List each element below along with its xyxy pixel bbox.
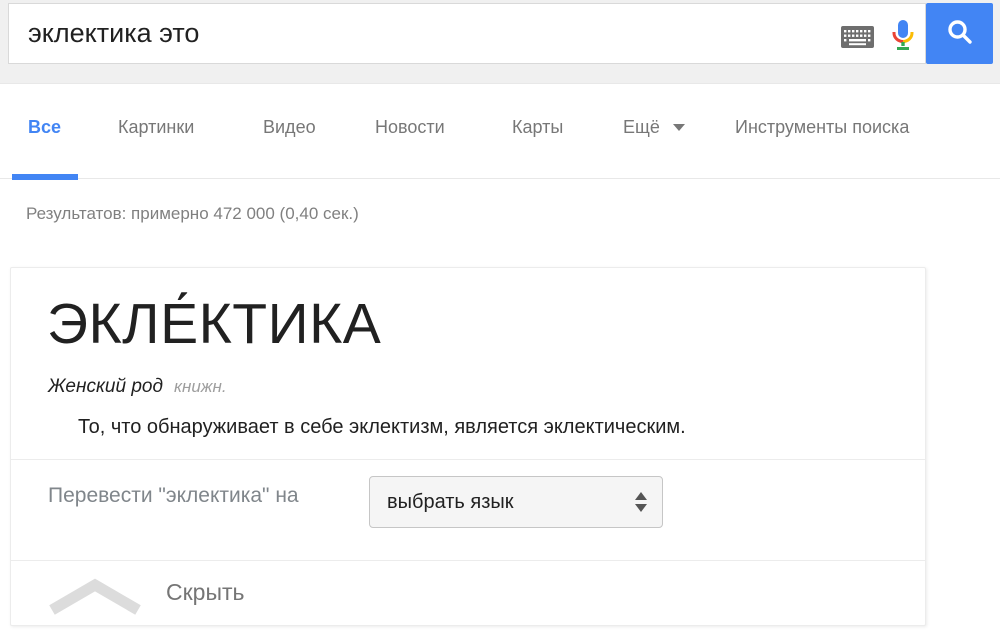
tab-more[interactable]: Ещё	[623, 117, 685, 138]
active-tab-underline	[12, 174, 78, 180]
word-grammar-line: Женский род книжн.	[48, 376, 227, 398]
dictionary-card: ЭКЛЕ́КТИКА Женский род книжн. То, что обн…	[10, 267, 926, 626]
search-box[interactable]	[8, 3, 926, 64]
select-spinner-icon	[635, 477, 647, 527]
language-select-value: выбрать язык	[387, 490, 514, 513]
result-tabs: Все Картинки Видео Новости Карты Ещё Инс…	[0, 85, 1000, 180]
search-button[interactable]	[926, 3, 993, 64]
word-register: книжн.	[173, 377, 227, 396]
language-select[interactable]: выбрать язык	[369, 476, 663, 528]
tab-images[interactable]: Картинки	[118, 117, 194, 138]
word-gender: Женский род	[48, 376, 163, 397]
word-title: ЭКЛЕ́КТИКА	[47, 292, 382, 356]
search-icon	[946, 18, 974, 49]
card-divider	[11, 459, 925, 460]
hide-card-button[interactable]: Скрыть	[11, 561, 925, 626]
tab-more-label: Ещё	[623, 117, 660, 137]
hide-label: Скрыть	[166, 579, 245, 605]
tab-all[interactable]: Все	[28, 117, 61, 138]
chevron-up-icon	[43, 577, 147, 622]
tab-video[interactable]: Видео	[263, 117, 316, 138]
result-stats: Результатов: примерно 472 000 (0,40 сек.…	[26, 204, 359, 223]
translate-label: Перевести "эклектика" на	[48, 484, 299, 507]
keyboard-icon[interactable]	[841, 26, 874, 53]
tab-news[interactable]: Новости	[375, 117, 445, 138]
search-header	[0, 0, 1000, 84]
microphone-icon[interactable]	[889, 19, 917, 58]
tab-search-tools[interactable]: Инструменты поиска	[735, 117, 909, 138]
spinner-up-arrow	[635, 492, 647, 500]
chevron-down-icon	[672, 124, 685, 131]
spinner-down-arrow	[635, 504, 647, 512]
word-definition: То, что обнаруживает в себе эклектизм, я…	[78, 416, 686, 438]
search-input[interactable]	[9, 4, 925, 63]
tab-maps[interactable]: Карты	[512, 117, 563, 138]
